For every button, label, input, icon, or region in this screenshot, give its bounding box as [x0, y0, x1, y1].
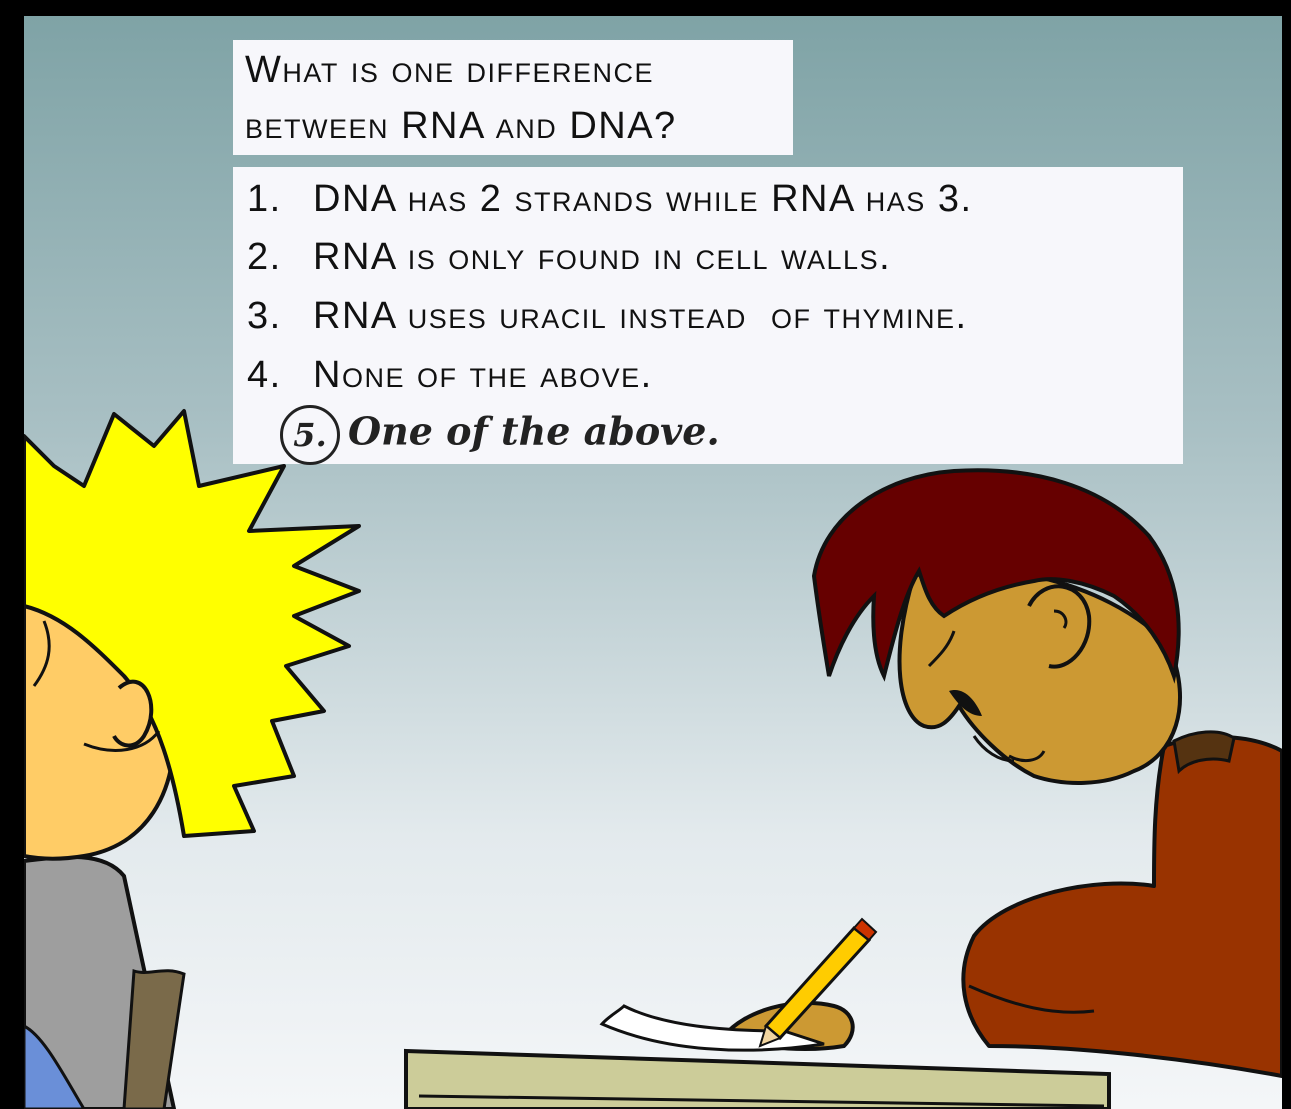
answer-text: RNA uses uracil instead of thymine. — [313, 295, 968, 337]
blond-student-ear — [112, 679, 154, 748]
answer-option-1: 1. DNA has 2 strands while RNA has 3. — [247, 177, 973, 221]
question-box: What is one difference between RNA and D… — [233, 40, 793, 155]
answer-number: 2. — [247, 236, 282, 278]
handwritten-answer: 5. One of the above. — [280, 405, 720, 465]
desk — [404, 1048, 1111, 1109]
answer-number: 1. — [247, 178, 282, 220]
handwritten-answer-text: One of the above. — [348, 408, 720, 454]
blond-student — [24, 409, 361, 1109]
redhead-student-shirt — [961, 734, 1282, 1078]
comic-panel: What is one difference between RNA and D… — [24, 16, 1282, 1109]
question-line-2: between RNA and DNA? — [245, 105, 677, 147]
answer-text: DNA has 2 strands while RNA has 3. — [313, 178, 973, 220]
question-line-1: What is one difference — [245, 49, 655, 91]
answer-number: 3. — [247, 295, 282, 337]
answer-option-2: 2. RNA is only found in cell walls. — [247, 235, 891, 279]
answer-number: 4. — [247, 354, 282, 396]
answer-text: None of the above. — [313, 354, 653, 396]
answer-option-3: 3. RNA uses uracil instead of thymine. — [247, 294, 968, 338]
answer-option-4: 4. None of the above. — [247, 353, 653, 397]
circled-number: 5. — [280, 405, 340, 465]
answer-options-box: 1. DNA has 2 strands while RNA has 3. 2. R… — [233, 167, 1183, 465]
answer-text: RNA is only found in cell walls. — [313, 236, 892, 278]
blond-student-chair — [122, 968, 186, 1109]
